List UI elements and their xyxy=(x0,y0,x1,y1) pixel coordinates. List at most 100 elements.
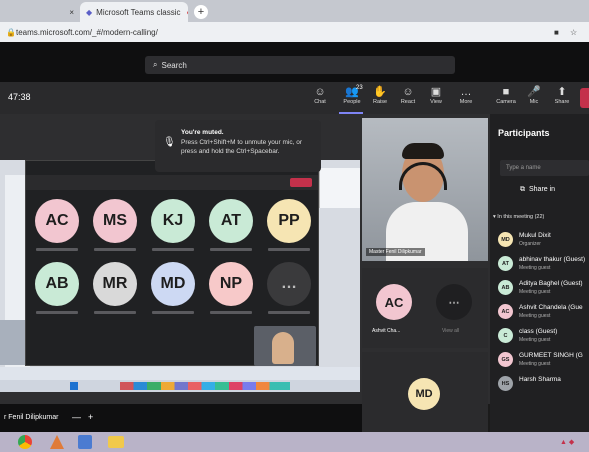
participant-role: Meeting guest xyxy=(519,337,551,343)
new-tab-button[interactable]: + xyxy=(194,5,208,19)
camera-button[interactable]: ■ Camera xyxy=(492,85,520,113)
bookmark-icon[interactable]: ☆ xyxy=(570,28,577,37)
participant-row[interactable]: MD Mukul Dixit Organizer xyxy=(495,229,589,253)
shared-tile-name-placeholder xyxy=(268,311,310,314)
presenter-hair xyxy=(402,143,444,159)
participant-row[interactable]: HS Harsh Sharma xyxy=(495,373,589,397)
bottom-name-bar: r Fenil Dilipkumar — + xyxy=(0,404,362,432)
raise-label: Raise xyxy=(372,99,388,105)
address-bar[interactable]: 🔒 teams.microsoft.com/_#/modern-calling/… xyxy=(0,22,589,42)
participant-avatar: AC xyxy=(498,304,513,319)
shared-tile-avatar: NP xyxy=(209,262,253,306)
video-tile-ac[interactable]: AC Ashvit Cha... ⋯ View all xyxy=(362,268,488,348)
shared-tile-name-placeholder xyxy=(152,248,194,251)
more-icon: … xyxy=(460,86,472,98)
shared-tile-avatar: AB xyxy=(35,262,79,306)
react-label: React xyxy=(400,99,416,105)
view-icon: ▣ xyxy=(430,86,442,98)
recording-dot-icon: ● xyxy=(186,8,188,17)
participant-row[interactable]: AC Ashvit Chandela (Gue Meeting guest xyxy=(495,301,589,325)
browser-tab-prev[interactable]: × xyxy=(0,2,80,22)
raise-button[interactable]: ✋ Raise xyxy=(366,85,394,113)
shared-tile-name-placeholder xyxy=(210,311,252,314)
raise-icon: ✋ xyxy=(373,86,387,98)
folder-icon[interactable] xyxy=(108,436,124,448)
participant-row[interactable]: AB Aditya Baghel (Guest) Meeting guest xyxy=(495,277,589,301)
shared-tile-avatar: AT xyxy=(209,199,253,243)
search-input[interactable]: ⌕ Search xyxy=(145,56,455,74)
app-icon-a[interactable] xyxy=(50,435,64,449)
in-meeting-section[interactable]: ▾ In this meeting (22) xyxy=(493,214,544,220)
plus-icon[interactable]: + xyxy=(88,412,93,422)
chat-icon: ☺ xyxy=(314,86,326,98)
participant-avatar: GS xyxy=(498,352,513,367)
ppt-ribbon xyxy=(319,168,360,208)
share-invite-button[interactable]: ⧉ Share in xyxy=(520,186,555,194)
minus-icon[interactable]: — xyxy=(72,412,81,422)
share-invite-label: Share in xyxy=(529,186,556,193)
participant-name: Mukul Dixit xyxy=(519,232,551,239)
mic-button[interactable]: 🎤 Mic xyxy=(520,85,548,113)
tab-teams-label: Microsoft Teams classic xyxy=(96,7,181,17)
participant-name: class (Guest) xyxy=(519,328,558,335)
tray-icons: ▲ ◆ xyxy=(560,439,575,446)
people-count: 23 xyxy=(356,85,363,91)
view-all-link[interactable]: View all xyxy=(442,328,459,334)
participant-role: Meeting guest xyxy=(519,289,551,295)
chrome-icon[interactable] xyxy=(18,435,32,449)
shared-tile-avatar: MR xyxy=(93,262,137,306)
url-text: teams.microsoft.com/_#/modern-calling/ xyxy=(16,27,158,37)
taskbar-app-icons xyxy=(120,382,290,390)
shared-taskbar-icons xyxy=(0,380,360,392)
shared-tile-avatar: MD xyxy=(151,262,195,306)
share-icon: ⬆ xyxy=(557,86,567,98)
self-view-person xyxy=(272,332,294,364)
call-timer: 47:38 xyxy=(8,92,31,102)
chat-label: Chat xyxy=(314,99,326,105)
people-button[interactable]: 👥 23 People xyxy=(338,85,366,113)
presenter-video[interactable] xyxy=(362,118,488,261)
presenter-bottom-label: r Fenil Dilipkumar xyxy=(4,414,59,421)
participant-row[interactable]: AT abhinav thakur (Guest) Meeting guest xyxy=(495,253,589,277)
react-button[interactable]: ☺ React xyxy=(394,85,422,113)
shared-tile-name-placeholder xyxy=(210,248,252,251)
shared-tile-avatar: AC xyxy=(35,199,79,243)
toast-title: You're muted. xyxy=(181,129,224,136)
participant-search-input[interactable]: Type a name xyxy=(500,160,589,176)
participant-row[interactable]: GS GURMEET SINGH (G Meeting guest xyxy=(495,349,589,373)
in-meeting-label: In this meeting (22) xyxy=(497,214,545,220)
shared-tile-name-placeholder xyxy=(268,248,310,251)
tile-avatar-md: MD xyxy=(408,378,440,410)
search-placeholder: Search xyxy=(161,60,187,70)
share-label: Share xyxy=(554,99,570,105)
participant-role: Organizer xyxy=(519,241,541,247)
mic-icon: 🎤 xyxy=(527,86,541,98)
presenter-name-label: Master Fenil Dilipkumar xyxy=(366,248,425,256)
search-icon: ⌕ xyxy=(153,60,158,69)
share-button[interactable]: ⬆ Share xyxy=(548,85,576,113)
app-icon-b[interactable] xyxy=(78,435,92,449)
teams-logo-icon: ◆ xyxy=(86,7,93,17)
view-button[interactable]: ▣ View xyxy=(422,85,450,113)
participant-role: Meeting guest xyxy=(519,313,551,319)
windows-taskbar: ▲ ◆ xyxy=(0,432,589,452)
participant-row[interactable]: Cclass (Guest) Meeting guest xyxy=(495,325,589,349)
camera-label: Camera xyxy=(496,99,516,105)
more-button[interactable]: … More xyxy=(452,85,480,113)
shared-tile-name-placeholder xyxy=(152,311,194,314)
shared-tile-name-placeholder xyxy=(94,248,136,251)
shared-tile-name-placeholder xyxy=(94,311,136,314)
chat-button[interactable]: ☺ Chat xyxy=(306,85,334,113)
mic-label: Mic xyxy=(529,99,539,105)
participant-avatar: MD xyxy=(498,232,513,247)
camera-icon[interactable]: ■ xyxy=(554,28,559,37)
tile-name-ac: Ashvit Cha... xyxy=(372,328,401,334)
participant-name: Harsh Sharma xyxy=(519,376,561,383)
participant-role: Meeting guest xyxy=(519,265,551,271)
close-icon[interactable]: × xyxy=(69,8,74,17)
shared-tile-avatar: KJ xyxy=(151,199,195,243)
browser-tab-teams[interactable]: ◆ Microsoft Teams classic ● × xyxy=(80,2,188,22)
participant-avatar: HS xyxy=(498,376,513,391)
video-tile-md[interactable]: MD xyxy=(362,352,488,432)
leave-button[interactable] xyxy=(580,88,589,108)
